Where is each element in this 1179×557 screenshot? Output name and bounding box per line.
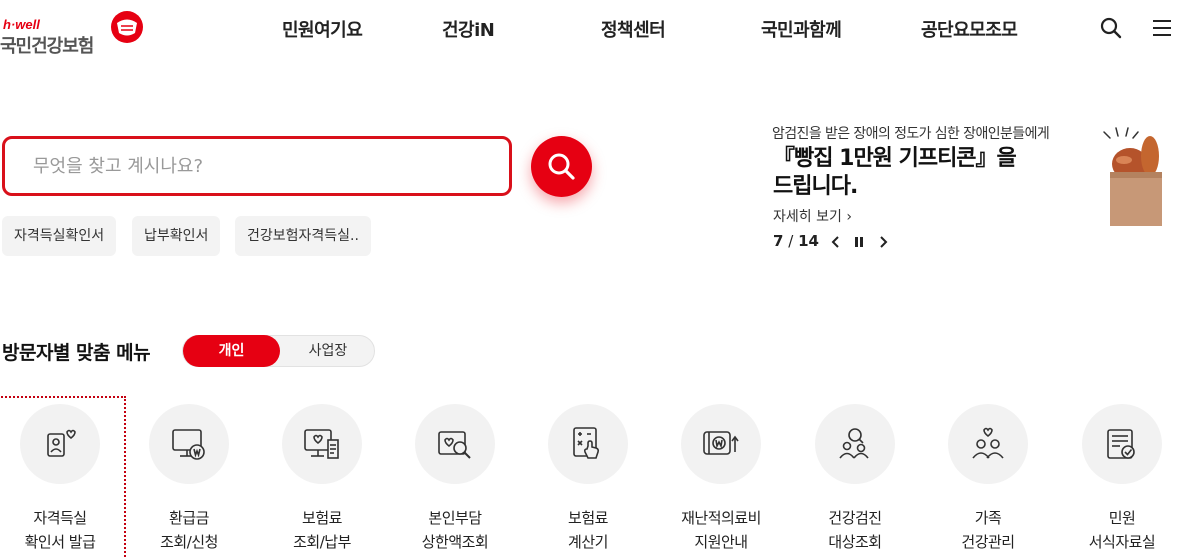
banner-subtitle: 암검진을 받은 장애의 정도가 심한 장애인분들에게: [772, 126, 1050, 142]
menu-item-label-line2: 조회/납부: [293, 533, 351, 551]
chevron-left-icon[interactable]: [828, 234, 844, 250]
pager-total: 14: [798, 232, 819, 250]
menu-item-label-line2: 계산기: [568, 533, 608, 551]
menu-item-label-line1: 민원: [1108, 509, 1136, 527]
quick-link-payment-certificate[interactable]: 납부확인서: [132, 216, 221, 256]
banner-title[interactable]: 『빵집 1만원 기프티콘』을 드립니다.: [773, 145, 1023, 201]
chevron-right-icon: ›: [846, 209, 852, 225]
menu-item-label-line1: 본인부담: [428, 509, 482, 527]
quick-link-insurance-qualification[interactable]: 건강보험자격득실..: [235, 216, 371, 256]
menu-item-premium-payment[interactable]: 보험료 조회/납부: [258, 398, 386, 557]
banner-title-line1: 『빵집 1만원 기프티콘』을: [773, 146, 1017, 171]
monitor-receipt-icon: [304, 429, 339, 459]
hamburger-menu-icon[interactable]: [1150, 16, 1174, 40]
calculator-hand-icon: [573, 427, 600, 459]
toggle-individual[interactable]: 개인: [183, 335, 280, 367]
banner-pager: 7 / 14: [773, 232, 819, 252]
visitor-menu-title: 방문자별 맞춤 메뉴: [2, 342, 151, 364]
bread-bag-image: [1103, 127, 1162, 226]
heart-magnifier-icon: [438, 431, 471, 459]
id-card-heart-icon: [47, 429, 76, 457]
nav-item-health-in[interactable]: 건강iN: [442, 16, 495, 42]
menu-item-family-health[interactable]: 가족 건강관리: [924, 398, 1052, 557]
toggle-business[interactable]: 사업장: [281, 336, 375, 366]
menu-item-health-checkup-target[interactable]: 건강검진 대상조회: [791, 398, 919, 557]
menu-item-copay-ceiling[interactable]: 본인부담 상한액조회: [391, 398, 519, 557]
pager-separator: /: [788, 232, 794, 250]
banner-more-label: 자세히 보기: [773, 209, 842, 225]
search-box: [2, 136, 512, 196]
menu-item-label-line1: 가족: [974, 509, 1002, 527]
menu-item-label-line1: 보험료: [302, 509, 342, 527]
search-input[interactable]: [33, 153, 473, 179]
nav-item-civil-service[interactable]: 민원여기요: [282, 16, 363, 42]
menu-item-civil-forms[interactable]: 민원 서식자료실: [1058, 398, 1179, 557]
document-check-icon: [1107, 429, 1135, 459]
menu-item-refund[interactable]: 환급금 조회/신청: [125, 398, 253, 557]
menu-item-label-line2: 대상조회: [828, 533, 882, 551]
search-button[interactable]: [531, 136, 592, 197]
menu-item-label-line2: 상한액조회: [421, 533, 489, 551]
visitor-type-toggle: 개인 사업장: [182, 335, 375, 367]
menu-item-label-line1: 건강검진: [828, 509, 882, 527]
banner-more-link[interactable]: 자세히 보기 ›: [773, 206, 852, 226]
chevron-right-icon[interactable]: [875, 234, 891, 250]
menu-item-qualification-certificate[interactable]: 자격득실 확인서 발급: [0, 396, 126, 557]
main-navigation: 민원여기요 건강iN 정책센터 국민과함께 공단요모조모: [0, 16, 1179, 42]
wallet-won-icon: [703, 431, 739, 455]
menu-item-label-line1: 보험료: [568, 509, 608, 527]
menu-item-label-line2: 서식자료실: [1088, 533, 1156, 551]
pause-icon[interactable]: [851, 234, 867, 250]
menu-item-label-line2: 확인서 발급: [24, 533, 96, 551]
family-heart-icon: [972, 427, 1004, 459]
nav-item-with-citizens[interactable]: 국민과함께: [761, 16, 842, 42]
menu-item-label-line2: 건강관리: [961, 533, 1015, 551]
monitor-won-icon: [172, 429, 205, 460]
nav-item-policy-center[interactable]: 정책센터: [601, 16, 666, 42]
menu-item-label-line1: 자격득실: [33, 509, 87, 527]
menu-item-label-line2: 조회/신청: [160, 533, 218, 551]
nav-item-about-nhis[interactable]: 공단요모조모: [921, 16, 1018, 42]
menu-item-label-line2: 지원안내: [694, 533, 748, 551]
banner-title-line2: 드립니다.: [773, 174, 858, 199]
menu-item-label-line1: 환급금: [169, 509, 209, 527]
pager-current: 7: [773, 232, 784, 250]
search-icon: [548, 153, 575, 180]
menu-item-premium-calculator[interactable]: 보험료 계산기: [524, 398, 652, 557]
search-icon[interactable]: [1099, 16, 1123, 40]
menu-item-label-line1: 재난적의료비: [681, 509, 761, 527]
people-search-icon: [839, 428, 869, 459]
menu-item-catastrophic-medical-support[interactable]: 재난적의료비 지원안내: [657, 398, 785, 557]
quick-link-qualification-certificate[interactable]: 자격득실확인서: [2, 216, 117, 256]
